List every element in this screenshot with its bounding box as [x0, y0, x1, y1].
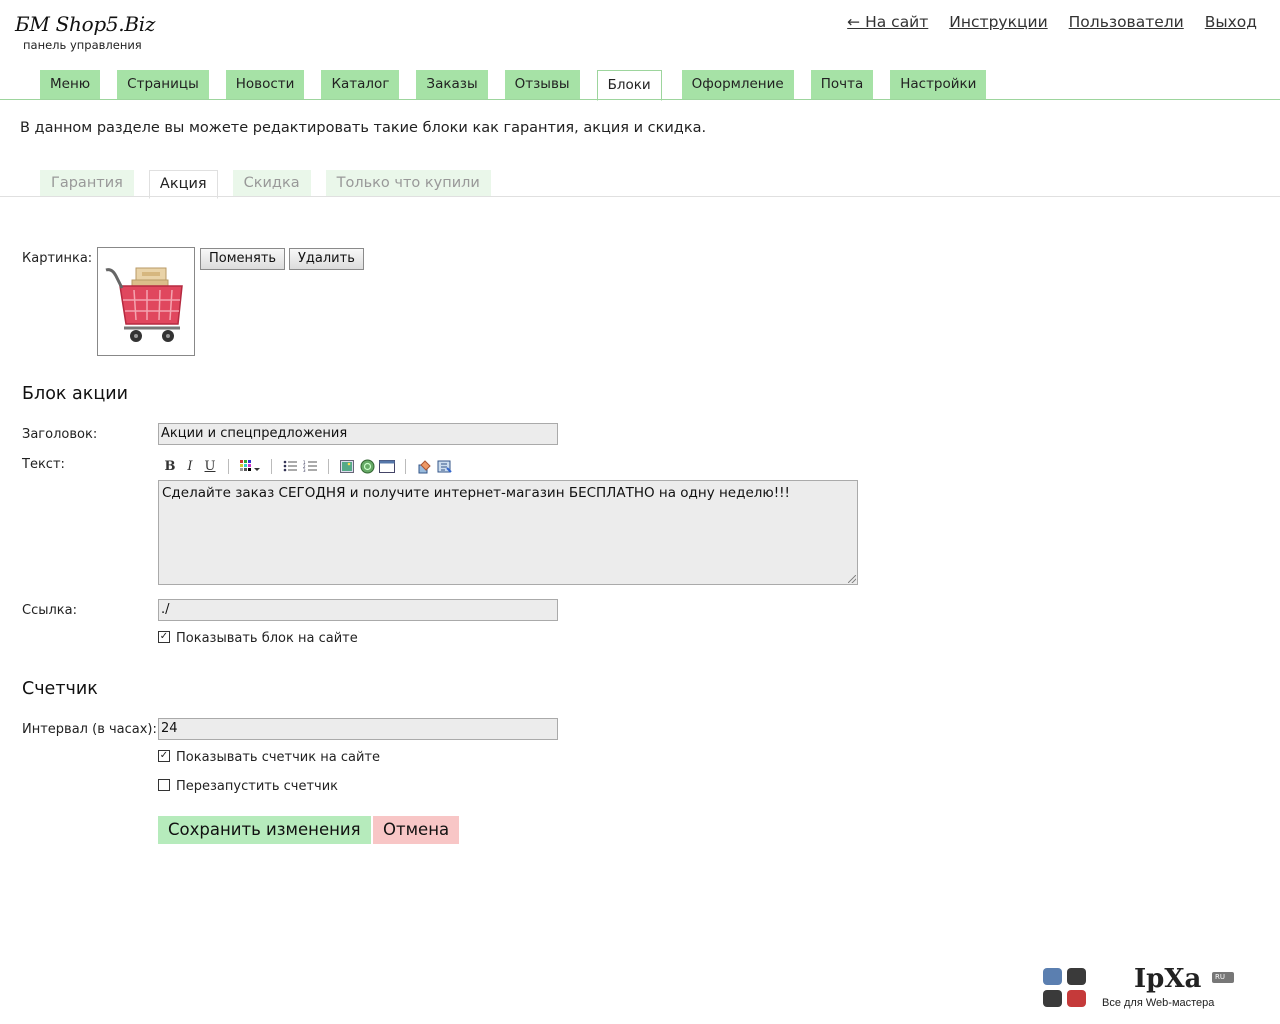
promo-section-title: Блок акции: [22, 384, 128, 404]
tab-reviews[interactable]: Отзывы: [504, 70, 580, 99]
counter-section-title: Счетчик: [22, 679, 98, 699]
section-description: В данном разделе вы можете редактировать…: [20, 120, 707, 136]
tab-orders[interactable]: Заказы: [416, 70, 488, 99]
watermark-tagline: Все для Web-мастера: [1102, 997, 1215, 1009]
image-label: Картинка:: [22, 251, 93, 266]
watermark-brand: IpXa: [1134, 964, 1202, 994]
main-nav: Меню Страницы Новости Каталог Заказы Отз…: [40, 70, 1003, 101]
show-block-checkbox[interactable]: ✓: [158, 630, 170, 643]
numbered-list-icon[interactable]: 123: [300, 457, 320, 475]
tab-discount[interactable]: Скидка: [232, 170, 311, 197]
tab-mail[interactable]: Почта: [810, 70, 874, 99]
underline-button[interactable]: U: [200, 457, 220, 475]
toolbar-separator: [271, 458, 272, 474]
tab-guarantee[interactable]: Гарантия: [40, 170, 134, 197]
link-label: Ссылка:: [22, 603, 77, 618]
heading-label: Заголовок:: [22, 427, 98, 442]
toolbar-separator: [328, 458, 329, 474]
block-tabs: Гарантия Акция Скидка Только что купили: [40, 170, 506, 199]
tab-catalog[interactable]: Каталог: [321, 70, 400, 99]
delete-image-button[interactable]: Удалить: [289, 248, 364, 270]
cancel-button[interactable]: Отмена: [373, 816, 460, 844]
shopping-cart-icon: [105, 267, 183, 342]
insert-frame-icon[interactable]: [377, 457, 397, 475]
top-links: ← На сайт Инструкции Пользователи Выход: [847, 13, 1257, 31]
text-color-icon[interactable]: [237, 457, 263, 475]
tab-blocks[interactable]: Блоки: [596, 70, 662, 101]
logout-link[interactable]: Выход: [1205, 13, 1257, 31]
tab-just-bought[interactable]: Только что купили: [325, 170, 491, 197]
show-block-label: Показывать блок на сайте: [176, 631, 358, 646]
tab-promo[interactable]: Акция: [148, 170, 218, 199]
show-block-row: ✓ Показывать блок на сайте: [158, 630, 358, 646]
restart-counter-row: Перезапустить счетчик: [158, 778, 339, 794]
text-editor[interactable]: Сделайте заказ СЕГОДНЯ и получите интерн…: [158, 480, 858, 585]
toolbar-separator: [405, 458, 406, 474]
show-counter-checkbox[interactable]: ✓: [158, 749, 170, 762]
show-counter-label: Показывать счетчик на сайте: [176, 750, 380, 765]
interval-label: Интервал (в часах):: [22, 722, 157, 737]
resize-handle[interactable]: [848, 575, 856, 583]
block-tabs-divider: [0, 196, 1280, 197]
tab-design[interactable]: Оформление: [681, 70, 794, 99]
text-editor-content: Сделайте заказ СЕГОДНЯ и получите интерн…: [162, 485, 790, 501]
svg-text:3: 3: [303, 468, 306, 472]
tab-settings[interactable]: Настройки: [890, 70, 987, 99]
insert-image-icon[interactable]: [337, 457, 357, 475]
text-label: Текст:: [22, 457, 65, 472]
restart-counter-label: Перезапустить счетчик: [176, 779, 339, 794]
insert-link-icon[interactable]: [357, 457, 377, 475]
tab-news[interactable]: Новости: [225, 70, 305, 99]
bullet-list-icon[interactable]: [280, 457, 300, 475]
to-site-link[interactable]: ← На сайт: [847, 13, 928, 31]
tab-menu[interactable]: Меню: [40, 70, 101, 99]
main-nav-divider: [0, 99, 1280, 100]
change-image-button[interactable]: Поменять: [200, 248, 286, 270]
promo-image: [97, 247, 195, 356]
tab-pages[interactable]: Страницы: [117, 70, 209, 99]
toolbar-separator: [228, 458, 229, 474]
restart-counter-checkbox[interactable]: [158, 778, 170, 791]
heading-input[interactable]: Акции и спецпредложения: [158, 423, 558, 445]
clean-format-icon[interactable]: [414, 457, 434, 475]
link-input[interactable]: ./: [158, 599, 558, 621]
app-subtitle: панель управления: [23, 38, 142, 52]
logo: БМ Shop5.Biz панель управления: [15, 12, 155, 52]
editor-toolbar: B I U 123: [160, 456, 454, 476]
save-button[interactable]: Сохранить изменения: [158, 816, 371, 844]
show-counter-row: ✓ Показывать счетчик на сайте: [158, 749, 380, 765]
bold-button[interactable]: B: [160, 457, 180, 475]
source-code-icon[interactable]: [434, 457, 454, 475]
interval-input[interactable]: 24: [158, 718, 558, 740]
watermark: IpXa RU Все для Web-мастера: [1040, 964, 1240, 1016]
instructions-link[interactable]: Инструкции: [949, 13, 1047, 31]
italic-button[interactable]: I: [180, 457, 200, 475]
users-link[interactable]: Пользователи: [1069, 13, 1184, 31]
app-title: БМ Shop5.Biz: [15, 12, 156, 36]
watermark-badge: RU: [1215, 973, 1225, 981]
